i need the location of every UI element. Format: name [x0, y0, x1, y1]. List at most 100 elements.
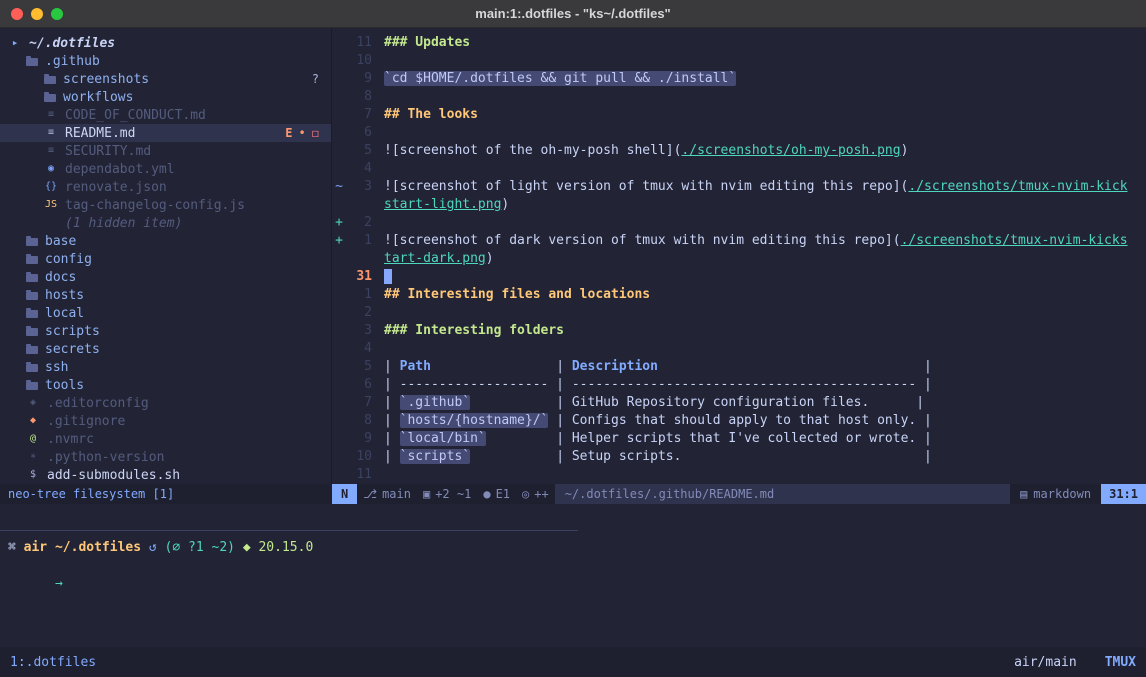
editor-line[interactable]: 8	[332, 88, 1146, 106]
editor-line[interactable]: 4	[332, 340, 1146, 358]
cmdline	[0, 504, 1146, 530]
line-number: 31	[346, 268, 372, 286]
tree-item-.nvmrc[interactable]: @.nvmrc	[0, 430, 331, 448]
line-text: | `scripts` | Setup scripts. |	[384, 448, 932, 466]
tree-item-renovate.json[interactable]: {}renovate.json	[0, 178, 331, 196]
tree-item-workflows[interactable]: workflows	[0, 88, 331, 106]
titlebar: main:1:.dotfiles - "ks~/.dotfiles"	[0, 0, 1146, 28]
gutter-sign	[332, 358, 346, 376]
text-segment: ![screenshot of dark version of tmux wit…	[384, 233, 901, 248]
text-segment: |	[384, 449, 400, 464]
editor-line[interactable]: 10 | `scripts` | Setup scripts. |	[332, 448, 1146, 466]
statusline: neo-tree filesystem [1] N ⎇ main ▣ +2 ~1…	[0, 484, 1146, 504]
tree-item-hosts[interactable]: hosts	[0, 286, 331, 304]
text-segment: |	[384, 413, 400, 428]
editor-line[interactable]: 9`cd $HOME/.dotfiles && git pull && ./in…	[332, 70, 1146, 88]
editor-line[interactable]: +2	[332, 214, 1146, 232]
editor-line[interactable]: 11	[332, 466, 1146, 484]
editor-line[interactable]: 4	[332, 160, 1146, 178]
editor-line[interactable]: 7| `.github` | GitHub Repository configu…	[332, 394, 1146, 412]
tree-item-.dotfiles[interactable]: ▸~/.dotfiles	[0, 34, 331, 52]
tree-item-1-hidden-item[interactable]: (1 hidden item)	[0, 214, 331, 232]
tree-item-.python-version[interactable]: ∗ .python-version	[0, 448, 331, 466]
status-badges: E•◻	[285, 126, 319, 140]
tree-item-.gitignore[interactable]: ◆.gitignore	[0, 412, 331, 430]
markdown-link[interactable]: ./screenshots/oh-my-posh.png	[681, 143, 900, 158]
close-button[interactable]	[11, 8, 23, 20]
tree-item-readme.md[interactable]: ≡README.mdE•◻	[0, 124, 331, 142]
gutter-sign	[332, 196, 346, 214]
gutter-sign	[332, 340, 346, 358]
tree-item-local[interactable]: local	[0, 304, 331, 322]
line-number: 10	[346, 52, 372, 70]
tree-item-tools[interactable]: tools	[0, 376, 331, 394]
editor-line[interactable]: start-light.png)	[332, 196, 1146, 214]
editor-line[interactable]: 11### Updates	[332, 34, 1146, 52]
gutter-sign	[332, 142, 346, 160]
gutter-sign	[332, 268, 346, 286]
zoom-button[interactable]	[51, 8, 63, 20]
tmux-window-name[interactable]: 1:.dotfiles	[10, 655, 96, 670]
tree-item-docs[interactable]: docs	[0, 268, 331, 286]
tree-item-.editorconfig[interactable]: ◈.editorconfig	[0, 394, 331, 412]
line-number: 9	[346, 70, 372, 88]
editor-line[interactable]: 10	[332, 52, 1146, 70]
editor-line[interactable]: 1## Interesting files and locations	[332, 286, 1146, 304]
tree-item-tag-changelog-config.js[interactable]: JStag-changelog-config.js	[0, 196, 331, 214]
editor-line[interactable]: +1![screenshot of dark version of tmux w…	[332, 232, 1146, 250]
markdown-link[interactable]: start-light.png	[384, 197, 501, 212]
shell-pane[interactable]: ⌘ air ~/.dotfiles ↺ (∅ ?1 ~2) ◆ 20.15.0 …	[0, 531, 1146, 647]
vim-mode-indicator: N	[332, 484, 357, 504]
line-text: start-light.png)	[384, 196, 509, 214]
editor-buffer[interactable]: 11### Updates 10 9`cd $HOME/.dotfiles &&…	[332, 28, 1146, 484]
editor-line[interactable]: 31	[332, 268, 1146, 286]
tree-item-.github[interactable]: .github	[0, 52, 331, 70]
line-number: 8	[346, 88, 372, 106]
traffic-lights	[11, 8, 63, 20]
editor-line[interactable]: 9| `local/bin` | Helper scripts that I'v…	[332, 430, 1146, 448]
tree-item-label: .python-version	[47, 450, 164, 465]
markdown-link[interactable]: ./screenshots/tmux-nvim-kicks	[901, 233, 1128, 248]
tree-item-base[interactable]: base	[0, 232, 331, 250]
editor-line[interactable]: 5| Path | Description |	[332, 358, 1146, 376]
tree-item-ssh[interactable]: ssh	[0, 358, 331, 376]
line-text: | Path | Description |	[384, 358, 932, 376]
editor-line[interactable]: 6| ------------------- | ---------------…	[332, 376, 1146, 394]
tree-item-add-submodules.sh[interactable]: $add-submodules.sh	[0, 466, 331, 484]
editor-line[interactable]: tart-dark.png)	[332, 250, 1146, 268]
minimize-button[interactable]	[31, 8, 43, 20]
tree-item-config[interactable]: config	[0, 250, 331, 268]
editor-line[interactable]: 7## The looks	[332, 106, 1146, 124]
tree-item-label: base	[45, 234, 76, 249]
editor-line[interactable]: 5![screenshot of the oh-my-posh shell](.…	[332, 142, 1146, 160]
folder-icon	[26, 346, 38, 354]
shell-script-file-icon: $	[26, 466, 40, 484]
markdown-link[interactable]: ./screenshots/tmux-nvim-kick	[908, 179, 1127, 194]
editor-line[interactable]: 6	[332, 124, 1146, 142]
tree-item-screenshots[interactable]: screenshots?	[0, 70, 331, 88]
markdown-link[interactable]: tart-dark.png	[384, 251, 486, 266]
editor-line[interactable]: 8| `hosts/{hostname}/` | Configs that sh…	[332, 412, 1146, 430]
gutter-sign: ~	[332, 178, 346, 196]
git-untracked-badge: ?	[312, 72, 319, 86]
gutter-sign	[332, 466, 346, 484]
tree-item-label: .gitignore	[47, 414, 125, 429]
filetype-segment: ▤ markdown	[1010, 484, 1101, 504]
tree-item-code-of-conduct.md[interactable]: ≡CODE_OF_CONDUCT.md	[0, 106, 331, 124]
tree-item-security.md[interactable]: ≡SECURITY.md	[0, 142, 331, 160]
python-version-file-icon: ∗	[26, 448, 40, 466]
prompt-cwd: air ~/.dotfiles	[24, 540, 149, 555]
editor-line[interactable]: 3### Interesting folders	[332, 322, 1146, 340]
tree-item-scripts[interactable]: scripts	[0, 322, 331, 340]
text-segment: |	[431, 359, 572, 374]
git-branch-segment: ⎇ main	[357, 484, 417, 504]
editor-line[interactable]: ~3![screenshot of light version of tmux …	[332, 178, 1146, 196]
text-segment: )	[901, 143, 909, 158]
folder-icon	[26, 256, 38, 264]
editor-line[interactable]: 2	[332, 304, 1146, 322]
gutter-sign	[332, 394, 346, 412]
tree-item-secrets[interactable]: secrets	[0, 340, 331, 358]
line-number: 11	[346, 466, 372, 484]
line-number: 10	[346, 448, 372, 466]
tree-item-dependabot.yml[interactable]: ◉dependabot.yml	[0, 160, 331, 178]
